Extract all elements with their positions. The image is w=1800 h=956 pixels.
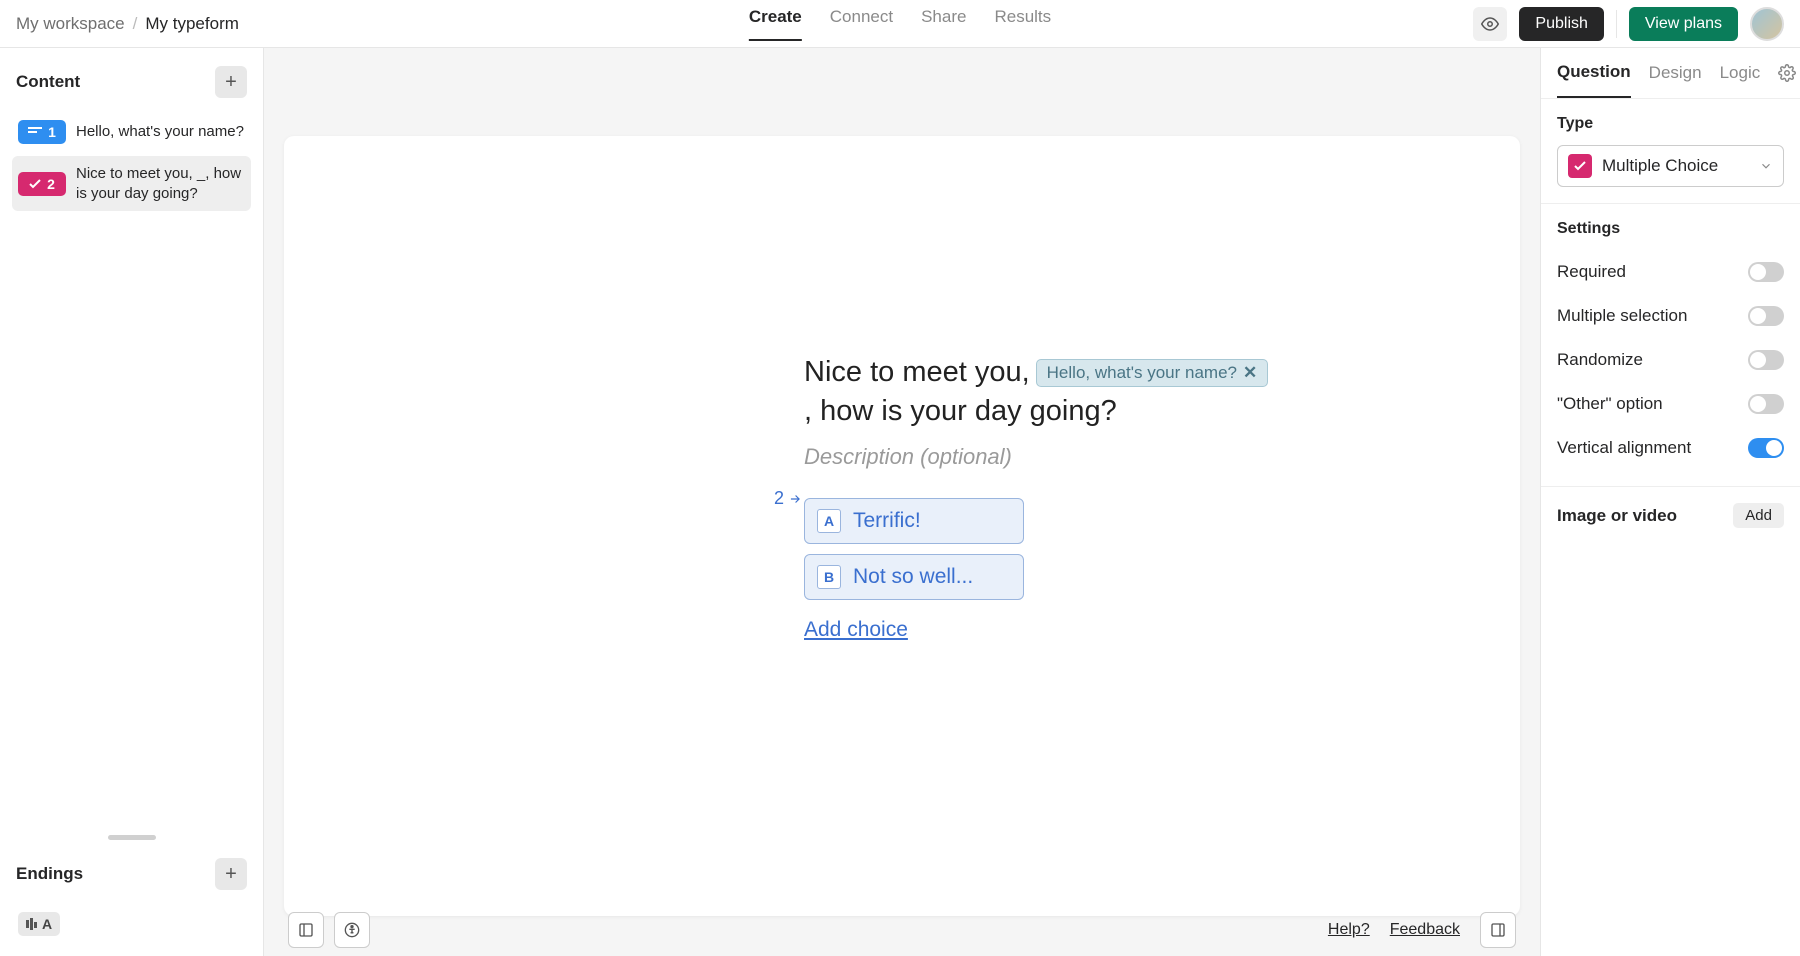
ending-icon <box>26 918 38 930</box>
top-nav: Create Connect Share Results <box>749 7 1051 41</box>
divider <box>1616 10 1617 38</box>
gear-icon <box>1778 64 1796 82</box>
setting-other-label: "Other" option <box>1557 394 1663 414</box>
rtab-question[interactable]: Question <box>1557 62 1631 98</box>
media-label: Image or video <box>1557 506 1677 526</box>
tab-share[interactable]: Share <box>921 7 966 41</box>
panel-left-icon <box>298 922 314 938</box>
help-link[interactable]: Help? <box>1328 921 1370 939</box>
content-heading: Content <box>16 72 80 92</box>
rtab-logic[interactable]: Logic <box>1720 63 1761 97</box>
breadcrumb-workspace[interactable]: My workspace <box>16 14 125 34</box>
type-label: Type <box>1557 115 1784 133</box>
breadcrumb-separator: / <box>133 14 138 34</box>
panel-right-icon <box>1490 922 1506 938</box>
short-text-icon <box>28 127 42 137</box>
add-question-button[interactable]: + <box>215 66 247 98</box>
question-canvas: 2 Nice to meet you, Hello, what's your n… <box>284 136 1520 916</box>
collapse-sidebar-button[interactable] <box>288 912 324 948</box>
type-select[interactable]: Multiple Choice <box>1557 145 1784 187</box>
multiple-choice-icon <box>1568 154 1592 178</box>
choice-text-a: Terrific! <box>853 509 921 533</box>
type-value: Multiple Choice <box>1602 156 1749 176</box>
setting-multiple-label: Multiple selection <box>1557 306 1687 326</box>
question-title[interactable]: Nice to meet you, Hello, what's your nam… <box>804 356 1420 428</box>
check-icon <box>29 179 41 189</box>
right-panel: Question Design Logic Type Multiple Choi… <box>1540 48 1800 956</box>
recall-pill[interactable]: Hello, what's your name? ✕ <box>1036 359 1269 387</box>
toggle-randomize[interactable] <box>1748 350 1784 370</box>
toggle-multiple[interactable] <box>1748 306 1784 326</box>
tab-create[interactable]: Create <box>749 7 802 41</box>
left-sidebar: Content + 1 Hello, what's your name? 2 N… <box>0 48 264 956</box>
choice-b[interactable]: B Not so well... <box>804 554 1024 600</box>
choice-text-b: Not so well... <box>853 565 973 589</box>
choice-key-a: A <box>817 509 841 533</box>
choice-key-b: B <box>817 565 841 589</box>
remove-recall-icon[interactable]: ✕ <box>1243 363 1257 383</box>
publish-button[interactable]: Publish <box>1519 7 1603 41</box>
question-row-2[interactable]: 2 Nice to meet you, _, how is your day g… <box>12 156 251 211</box>
description-input[interactable]: Description (optional) <box>804 444 1420 470</box>
endings-heading: Endings <box>16 864 83 884</box>
question-number: 2 <box>774 488 802 509</box>
view-plans-button[interactable]: View plans <box>1629 7 1738 41</box>
ending-row[interactable]: A <box>12 904 251 944</box>
question-label-2: Nice to meet you, _, how is your day goi… <box>76 164 245 203</box>
accessibility-icon <box>344 922 360 938</box>
rtab-design[interactable]: Design <box>1649 63 1702 97</box>
breadcrumb: My workspace / My typeform <box>16 14 239 34</box>
chevron-down-icon <box>1759 159 1773 173</box>
add-ending-button[interactable]: + <box>215 858 247 890</box>
breadcrumb-form[interactable]: My typeform <box>145 14 239 34</box>
question-label-1: Hello, what's your name? <box>76 122 245 142</box>
toggle-other[interactable] <box>1748 394 1784 414</box>
arrow-right-icon <box>788 492 802 506</box>
setting-randomize-label: Randomize <box>1557 350 1643 370</box>
add-choice-link[interactable]: Add choice <box>804 618 1024 642</box>
settings-label: Settings <box>1557 220 1784 238</box>
setting-vertical-label: Vertical alignment <box>1557 438 1691 458</box>
preview-button[interactable] <box>1473 7 1507 41</box>
eye-icon <box>1481 15 1499 33</box>
choice-a[interactable]: A Terrific! <box>804 498 1024 544</box>
tab-results[interactable]: Results <box>994 7 1051 41</box>
question-badge-2: 2 <box>18 172 66 196</box>
tab-connect[interactable]: Connect <box>830 7 893 41</box>
accessibility-button[interactable] <box>334 912 370 948</box>
ending-badge: A <box>18 912 60 936</box>
toggle-vertical[interactable] <box>1748 438 1784 458</box>
feedback-link[interactable]: Feedback <box>1390 921 1460 939</box>
collapse-right-button[interactable] <box>1480 912 1516 948</box>
add-media-button[interactable]: Add <box>1733 503 1784 528</box>
question-badge-1: 1 <box>18 120 66 144</box>
setting-required-label: Required <box>1557 262 1626 282</box>
question-row-1[interactable]: 1 Hello, what's your name? <box>12 112 251 152</box>
settings-gear-button[interactable] <box>1778 64 1796 96</box>
avatar[interactable] <box>1750 7 1784 41</box>
toggle-required[interactable] <box>1748 262 1784 282</box>
